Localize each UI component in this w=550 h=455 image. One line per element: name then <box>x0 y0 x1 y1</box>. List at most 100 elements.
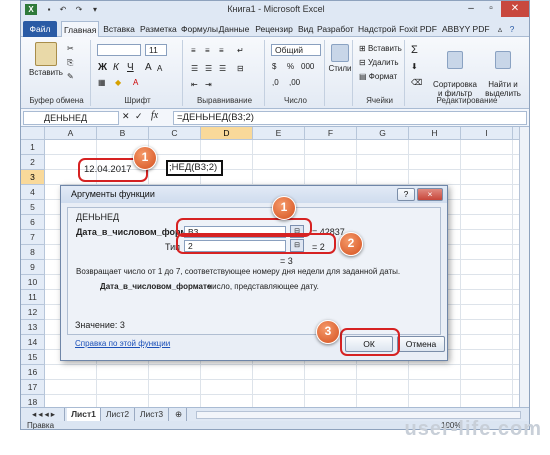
row-header[interactable]: 15 <box>21 350 45 365</box>
select-all-corner[interactable] <box>21 127 45 140</box>
tab-home[interactable]: Главная <box>61 21 99 37</box>
column-header[interactable]: D <box>201 127 253 140</box>
sheet-tab-1[interactable]: Лист1 <box>67 408 101 421</box>
new-sheet-icon[interactable]: ⊕ <box>171 408 187 421</box>
row-header[interactable]: 6 <box>21 215 45 230</box>
column-header[interactable]: A <box>45 127 97 140</box>
thousands-icon[interactable]: 000 <box>301 62 314 71</box>
minimize-icon[interactable]: – <box>461 1 481 17</box>
tab-review[interactable]: Рецензир <box>253 21 295 37</box>
borders-icon[interactable]: ▦ <box>98 78 106 87</box>
name-box[interactable]: ДЕНЬНЕД <box>23 111 119 125</box>
row-header[interactable]: 5 <box>21 200 45 215</box>
font-name-field[interactable] <box>97 44 141 56</box>
fill-icon[interactable]: ⬇ <box>411 62 418 71</box>
column-header[interactable]: G <box>357 127 409 140</box>
cancel-button[interactable]: Отмена <box>397 336 445 352</box>
align-left-icon[interactable]: ☰ <box>191 64 198 73</box>
row-header[interactable]: 8 <box>21 245 45 260</box>
shrink-font-icon[interactable]: A <box>157 64 162 73</box>
row-header[interactable]: 4 <box>21 185 45 200</box>
align-bottom-icon[interactable]: ≡ <box>219 46 224 55</box>
tab-foxit[interactable]: Foxit PDF <box>397 21 439 37</box>
column-header[interactable]: B <box>97 127 149 140</box>
dialog-close-button[interactable]: × <box>417 188 443 201</box>
row-header[interactable]: 10 <box>21 275 45 290</box>
tab-view[interactable]: Вид <box>296 21 314 37</box>
dialog-help-button[interactable]: ? <box>397 188 415 201</box>
cell-d3-editing[interactable]: ;НЕД(B3;2) <box>166 160 223 176</box>
bold-button[interactable]: Ж <box>98 62 107 73</box>
formula-input[interactable]: =ДЕНЬНЕД(B3;2) <box>173 111 527 125</box>
cells-insert-button[interactable]: ⊞ Вставить <box>359 44 402 53</box>
format-painter-icon[interactable]: ✎ <box>67 72 74 81</box>
number-format-field[interactable]: Общий <box>271 44 321 56</box>
fill-color-icon[interactable]: ◆ <box>115 78 121 87</box>
copy-icon[interactable]: ⎘ <box>67 58 73 68</box>
sheet-tab-2[interactable]: Лист2 <box>101 408 135 421</box>
percent-icon[interactable]: % <box>287 62 294 71</box>
sort-filter-button[interactable]: Сортировка и фильтр <box>431 42 479 98</box>
help-link[interactable]: Справка по этой функции <box>75 339 170 348</box>
outdent-icon[interactable]: ⇥ <box>205 80 212 89</box>
wrap-text-icon[interactable]: ↵ <box>237 46 244 55</box>
enter-formula-icon[interactable]: ✓ <box>135 111 143 122</box>
tab-data[interactable]: Данные <box>216 21 252 37</box>
align-middle-icon[interactable]: ≡ <box>205 46 210 55</box>
row-header[interactable]: 2 <box>21 155 45 170</box>
cell-b3[interactable]: 12.04.2017 <box>84 164 132 175</box>
tab-formulas[interactable]: Формулы <box>179 21 218 37</box>
tab-developer[interactable]: Разработ <box>315 21 355 37</box>
row-header[interactable]: 7 <box>21 230 45 245</box>
row-header[interactable]: 11 <box>21 290 45 305</box>
cancel-formula-icon[interactable]: ✕ <box>122 111 130 122</box>
sheet-nav-icons[interactable]: ◂◂◂▸ <box>25 408 65 421</box>
restore-icon[interactable]: ▫ <box>481 1 501 17</box>
row-header[interactable]: 1 <box>21 140 45 155</box>
indent-icon[interactable]: ⇤ <box>191 80 198 89</box>
column-header[interactable]: H <box>409 127 461 140</box>
underline-button[interactable]: Ч <box>127 62 134 73</box>
tab-abbyy[interactable]: ABBYY PDF <box>440 21 490 37</box>
help-icon[interactable]: ? <box>507 21 517 37</box>
row-header[interactable]: 13 <box>21 320 45 335</box>
tab-insert[interactable]: Вставка <box>101 21 137 37</box>
merge-icon[interactable]: ⊟ <box>237 64 244 73</box>
italic-button[interactable]: К <box>113 62 119 73</box>
row-header[interactable]: 9 <box>21 260 45 275</box>
row-header[interactable]: 3 <box>21 170 45 185</box>
decrease-decimal-icon[interactable]: ,00 <box>289 78 300 87</box>
row-header[interactable]: 17 <box>21 380 45 395</box>
font-color-icon[interactable]: A <box>133 78 138 87</box>
font-size-field[interactable]: 11 <box>145 44 167 56</box>
increase-decimal-icon[interactable]: ,0 <box>272 78 279 87</box>
row-header[interactable]: 14 <box>21 335 45 350</box>
cells-delete-button[interactable]: ⊟ Удалить <box>359 58 398 67</box>
cells-format-button[interactable]: ▤ Формат <box>359 72 397 81</box>
cut-icon[interactable]: ✂ <box>67 44 74 53</box>
column-header[interactable]: I <box>461 127 513 140</box>
autosum-button[interactable]: Σ <box>411 44 418 56</box>
currency-icon[interactable]: $ <box>272 62 276 71</box>
tab-file[interactable]: Файл <box>23 21 57 37</box>
ribbon-collapse-icon[interactable]: ▵ <box>495 21 505 37</box>
clear-icon[interactable]: ⌫ <box>411 78 422 87</box>
close-icon[interactable]: ✕ <box>501 1 529 17</box>
align-right-icon[interactable]: ☰ <box>219 64 226 73</box>
sheet-tab-3[interactable]: Лист3 <box>135 408 169 421</box>
tab-addins[interactable]: Надстрой <box>356 21 396 37</box>
row-header[interactable]: 16 <box>21 365 45 380</box>
vertical-scrollbar[interactable] <box>519 127 529 407</box>
tab-layout[interactable]: Разметка <box>138 21 178 37</box>
align-top-icon[interactable]: ≡ <box>191 46 196 55</box>
find-select-button[interactable]: Найти и выделить <box>481 42 525 98</box>
styles-button[interactable]: Стили <box>328 44 352 73</box>
grow-font-icon[interactable]: A <box>145 62 152 73</box>
column-header[interactable]: F <box>305 127 357 140</box>
row-header[interactable]: 12 <box>21 305 45 320</box>
column-header[interactable]: E <box>253 127 305 140</box>
align-center-icon[interactable]: ☰ <box>205 64 212 73</box>
column-header[interactable]: C <box>149 127 201 140</box>
paste-button[interactable]: Вставить <box>29 42 63 77</box>
insert-function-icon[interactable]: fx <box>151 110 158 121</box>
